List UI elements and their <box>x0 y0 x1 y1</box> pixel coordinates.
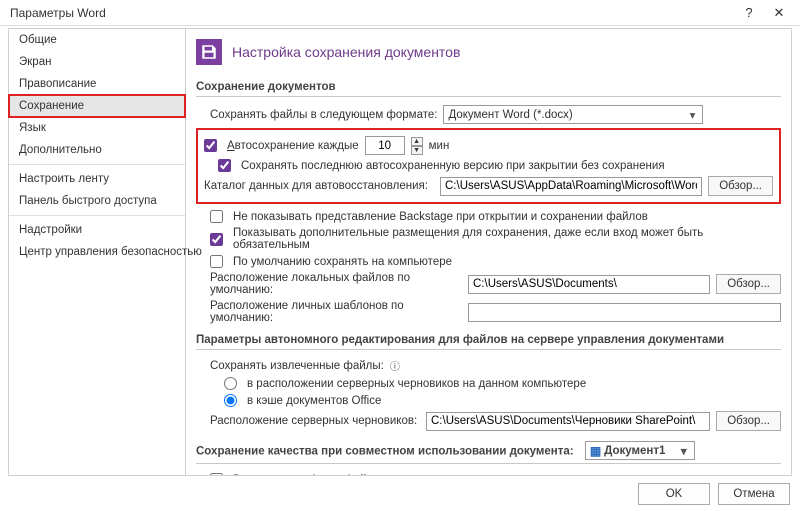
page-title: Настройка сохранения документов <box>232 44 460 60</box>
row-opt-office-cache: в кэше документов Office <box>196 392 781 409</box>
sidebar-separator <box>9 164 185 165</box>
browse-recovery[interactable]: Обзор... <box>708 176 773 196</box>
page-header: Настройка сохранения документов <box>196 35 781 73</box>
row-file-format: Сохранять файлы в следующем формате: Док… <box>196 103 781 126</box>
section-sharing-quality: Сохранение качества при совместном испол… <box>196 439 781 464</box>
label-embed-fonts: Внедрить шрифты в файл <box>233 474 373 477</box>
label-file-format: Сохранять файлы в следующем формате: <box>210 109 437 121</box>
dropdown-target-document-value: Документ1 <box>604 445 665 457</box>
checkbox-keep-last[interactable] <box>218 159 231 172</box>
dialog-body: Общие Экран Правописание Сохранение Язык… <box>0 26 800 476</box>
row-templates: Расположение личных шаблонов по умолчани… <box>196 298 781 326</box>
sidebar-item-proofing[interactable]: Правописание <box>9 73 185 95</box>
row-default-local: По умолчанию сохранять на компьютере <box>196 253 781 270</box>
section-quality-title: Сохранение качества при совместном испол… <box>196 446 574 458</box>
sidebar-item-save[interactable]: Сохранение <box>9 95 185 117</box>
window-title: Параметры Word <box>10 6 734 20</box>
input-drafts-path[interactable] <box>426 412 710 431</box>
info-icon[interactable]: ⓘ <box>379 472 389 476</box>
row-local-files: Расположение локальных файлов по умолчан… <box>196 270 781 298</box>
close-button[interactable]: ✕ <box>764 2 794 24</box>
sidebar-item-advanced[interactable]: Дополнительно <box>9 139 185 161</box>
sidebar: Общие Экран Правописание Сохранение Язык… <box>8 28 186 476</box>
radio-server-drafts[interactable] <box>224 377 237 390</box>
radio-office-cache[interactable] <box>224 394 237 407</box>
row-no-backstage: Не показывать представление Backstage пр… <box>196 208 781 225</box>
dropdown-target-document[interactable]: ▦ Документ1 <box>585 441 695 460</box>
browse-drafts[interactable]: Обзор... <box>716 411 781 431</box>
row-recovery-path: Каталог данных для автовосстановления: О… <box>204 174 773 198</box>
checkbox-embed-fonts[interactable] <box>210 473 223 476</box>
browse-local-files[interactable]: Обзор... <box>716 274 781 294</box>
sidebar-item-customize-ribbon[interactable]: Настроить ленту <box>9 168 185 190</box>
label-office-cache: в кэше документов Office <box>247 395 381 407</box>
help-button[interactable]: ? <box>734 2 764 24</box>
dropdown-file-format[interactable]: Документ Word (*.docx) <box>443 105 703 124</box>
label-drafts-path: Расположение серверных черновиков: <box>210 415 420 427</box>
label-autosave: ААвтосохранение каждыевтосохранение кажд… <box>227 140 359 152</box>
save-icon <box>196 39 222 65</box>
input-autosave-minutes[interactable] <box>365 136 405 155</box>
row-keep-last: Сохранять последнюю автосохраненную верс… <box>204 157 773 174</box>
titlebar: Параметры Word ? ✕ <box>0 0 800 26</box>
sidebar-item-quick-access[interactable]: Панель быстрого доступа <box>9 190 185 212</box>
row-show-places: Показывать дополнительные размещения для… <box>196 225 781 253</box>
input-local-files[interactable] <box>468 275 710 294</box>
sidebar-separator <box>9 215 185 216</box>
row-embed-fonts: Внедрить шрифты в файл ⓘ <box>196 470 781 476</box>
input-templates[interactable] <box>468 303 781 322</box>
sidebar-item-trust-center[interactable]: Центр управления безопасностью <box>9 241 185 263</box>
spinner-autosave[interactable]: ▲▼ <box>411 137 423 155</box>
dialog-footer: OK Отмена <box>638 483 790 505</box>
row-opt-server-drafts: в расположении серверных черновиков на д… <box>196 375 781 392</box>
sidebar-item-general[interactable]: Общие <box>9 29 185 51</box>
label-recovery-path: Каталог данных для автовосстановления: <box>204 180 434 192</box>
info-icon[interactable]: ⓘ <box>390 358 400 373</box>
sidebar-item-display[interactable]: Экран <box>9 51 185 73</box>
sidebar-item-language[interactable]: Язык <box>9 117 185 139</box>
label-default-local: По умолчанию сохранять на компьютере <box>233 256 452 268</box>
label-show-places: Показывать дополнительные размещения для… <box>233 227 781 251</box>
section-save-documents: Сохранение документов <box>196 79 781 97</box>
checkbox-default-local[interactable] <box>210 255 223 268</box>
cancel-button[interactable]: Отмена <box>718 483 790 505</box>
input-recovery-path[interactable] <box>440 177 702 196</box>
label-minutes: мин <box>429 140 450 152</box>
section-offline-editing: Параметры автономного редактирования для… <box>196 332 781 350</box>
autosave-highlight: ААвтосохранение каждыевтосохранение кажд… <box>196 128 781 204</box>
document-icon: ▦ <box>590 444 601 458</box>
label-no-backstage: Не показывать представление Backstage пр… <box>233 211 648 223</box>
row-checkedout-label: Сохранять извлеченные файлы: ⓘ <box>196 356 781 375</box>
checkbox-autosave[interactable] <box>204 139 217 152</box>
row-autosave: ААвтосохранение каждыевтосохранение кажд… <box>204 134 773 157</box>
label-local-files: Расположение локальных файлов по умолчан… <box>210 272 462 296</box>
dropdown-file-format-value: Документ Word (*.docx) <box>448 109 572 121</box>
checkbox-no-backstage[interactable] <box>210 210 223 223</box>
ok-button[interactable]: OK <box>638 483 710 505</box>
row-drafts-path: Расположение серверных черновиков: Обзор… <box>196 409 781 433</box>
label-templates: Расположение личных шаблонов по умолчани… <box>210 300 462 324</box>
label-keep-last: Сохранять последнюю автосохраненную верс… <box>241 160 665 172</box>
checkbox-show-places[interactable] <box>210 233 223 246</box>
main-pane: Настройка сохранения документов Сохранен… <box>186 28 792 476</box>
sidebar-item-addins[interactable]: Надстройки <box>9 219 185 241</box>
label-server-drafts: в расположении серверных черновиков на д… <box>247 378 586 390</box>
label-checkedout: Сохранять извлеченные файлы: <box>210 360 384 372</box>
